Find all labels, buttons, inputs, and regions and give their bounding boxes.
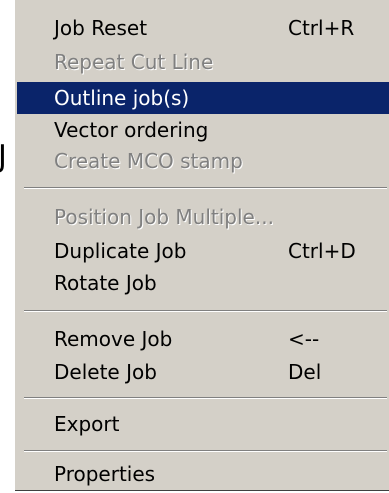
menu-item-remove-job[interactable]: Remove Job <--: [17, 323, 389, 355]
menu-item-label: Position Job Multiple...: [54, 205, 274, 229]
menu-separator: [24, 450, 387, 452]
menu-item-position-job-multiple[interactable]: Position Job Multiple...: [17, 201, 389, 233]
menu-item-create-mco-stamp[interactable]: Create MCO stamp: [17, 145, 389, 177]
menu-item-label: Repeat Cut Line: [54, 50, 214, 74]
menu-item-export[interactable]: Export: [17, 408, 389, 440]
menu-item-outline-jobs[interactable]: Outline job(s): [17, 82, 389, 114]
menu-item-label: Rotate Job: [54, 271, 157, 295]
menu-item-vector-ordering[interactable]: Vector ordering: [17, 114, 389, 146]
menu-item-shortcut: <--: [288, 327, 320, 351]
menu-item-properties[interactable]: Properties: [17, 458, 389, 490]
menu-item-label: Vector ordering: [54, 118, 209, 142]
menu-item-duplicate-job[interactable]: Duplicate Job Ctrl+D: [17, 235, 389, 267]
context-menu: Job Reset Ctrl+R Repeat Cut Line Outline…: [12, 0, 389, 493]
menu-item-label: Outline job(s): [54, 86, 190, 110]
menu-separator: [24, 310, 387, 312]
menu-item-label: Create MCO stamp: [54, 149, 243, 173]
menu-separator: [24, 397, 387, 399]
menu-item-label: Duplicate Job: [54, 239, 187, 263]
menu-item-shortcut: Ctrl+D: [288, 239, 356, 263]
menu-item-label: Job Reset: [54, 16, 148, 40]
menu-item-shortcut: Del: [288, 360, 322, 384]
menu-item-repeat-cut-line[interactable]: Repeat Cut Line: [17, 46, 389, 78]
menu-item-shortcut: Ctrl+R: [288, 16, 355, 40]
background-text-fragment: J: [0, 139, 7, 174]
menu-separator: [24, 187, 387, 189]
menu-item-rotate-job[interactable]: Rotate Job: [17, 267, 389, 299]
menu-item-job-reset[interactable]: Job Reset Ctrl+R: [17, 12, 389, 44]
menu-item-label: Properties: [54, 462, 156, 486]
menu-item-label: Export: [54, 412, 120, 436]
menu-item-delete-job[interactable]: Delete Job Del: [17, 356, 389, 388]
menu-item-label: Delete Job: [54, 360, 157, 384]
menu-item-label: Remove Job: [54, 327, 173, 351]
